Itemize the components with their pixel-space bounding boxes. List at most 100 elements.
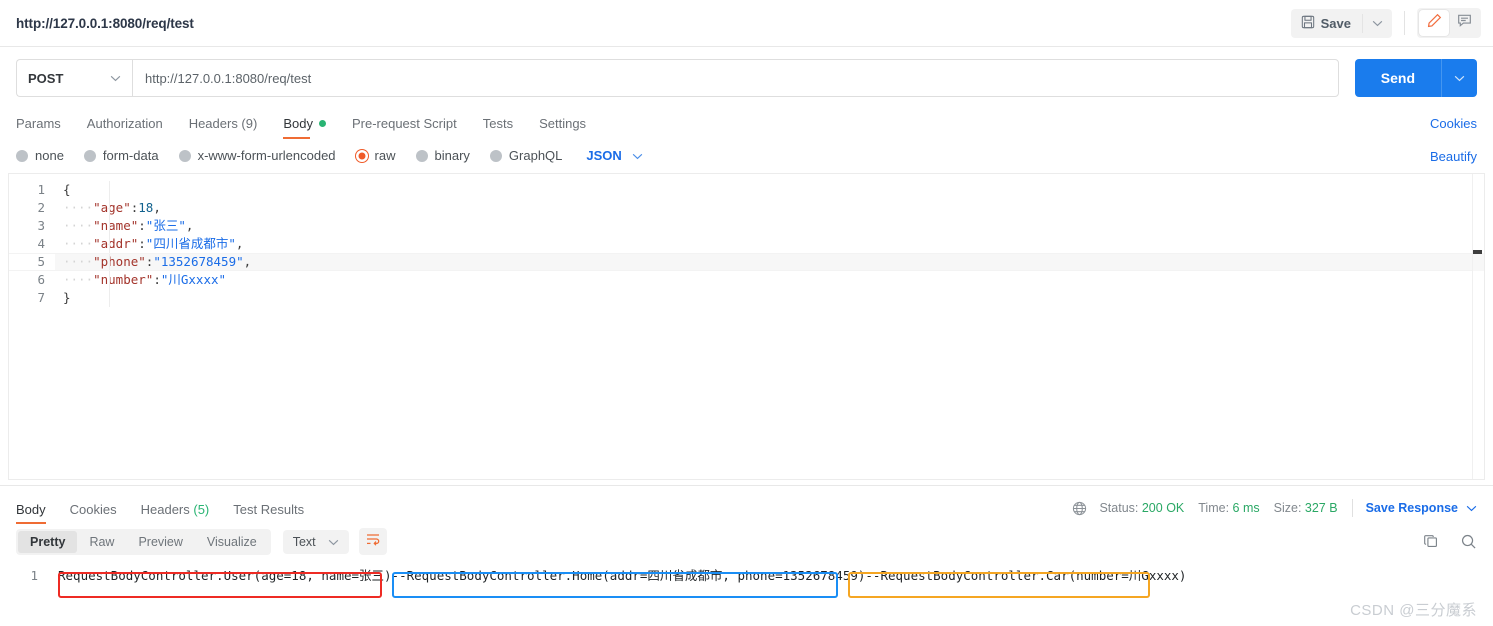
response-divider	[0, 485, 1493, 486]
json-value: 18	[138, 200, 154, 215]
body-type-raw[interactable]: raw	[355, 148, 396, 163]
request-tab-title[interactable]: http://127.0.0.1:8080/req/test	[16, 16, 194, 31]
radio-icon	[178, 149, 191, 162]
line-number: 4	[37, 236, 45, 251]
http-method-select[interactable]: POST	[16, 59, 132, 97]
meta-divider	[1351, 499, 1353, 517]
indent-marker: ····	[63, 218, 94, 233]
send-button-group: Send	[1354, 59, 1477, 97]
response-line-number: 1	[30, 568, 38, 583]
response-toolbar-actions	[1423, 533, 1477, 555]
view-raw[interactable]: Raw	[77, 531, 126, 553]
line-number: 3	[37, 218, 45, 233]
send-button[interactable]: Send	[1355, 59, 1441, 97]
wrap-text-icon	[365, 531, 381, 552]
time-meta: Time: 6 ms	[1198, 501, 1259, 515]
editor-scrollbar[interactable]	[1472, 174, 1483, 479]
code-line: }	[55, 289, 1484, 307]
response-tab-headers[interactable]: Headers (5)	[141, 502, 210, 524]
body-type-urlencoded[interactable]: x-www-form-urlencoded	[178, 148, 336, 163]
body-type-binary-label: binary	[434, 148, 470, 163]
tab-tests[interactable]: Tests	[483, 116, 513, 139]
floppy-disk-icon	[1301, 15, 1315, 32]
response-tab-test-results[interactable]: Test Results	[233, 502, 304, 524]
window-topbar: http://127.0.0.1:8080/req/test Save	[0, 0, 1493, 47]
response-tabs: Body Cookies Headers (5) Test Results St…	[0, 490, 1493, 524]
save-dropdown-button[interactable]	[1362, 13, 1392, 33]
editor-scrollbar-thumb[interactable]	[1473, 250, 1482, 254]
body-type-none[interactable]: none	[16, 148, 64, 163]
response-view-segments: Pretty Raw Preview Visualize	[16, 528, 271, 555]
body-type-form-data[interactable]: form-data	[83, 148, 159, 163]
radio-icon	[489, 149, 502, 162]
topbar-divider	[1404, 11, 1405, 35]
request-body-editor[interactable]: 1 2 3 4 5 6 7 { ····"age":18, ····"name"…	[8, 173, 1485, 480]
tab-params-label: Params	[16, 116, 61, 131]
search-icon[interactable]	[1460, 533, 1477, 555]
pencil-icon	[1427, 13, 1442, 33]
save-button-label: Save	[1320, 15, 1351, 31]
indent-marker: ····	[63, 200, 94, 215]
editor-line-numbers: 1 2 3 4 5 6 7	[9, 181, 55, 307]
postman-window: http://127.0.0.1:8080/req/test Save POST…	[0, 0, 1493, 626]
tab-headers[interactable]: Headers (9)	[189, 116, 258, 139]
body-type-none-label: none	[35, 148, 64, 163]
code-brace-close: }	[63, 290, 71, 305]
tab-settings[interactable]: Settings	[539, 116, 586, 139]
comma: ,	[235, 236, 244, 251]
body-type-binary[interactable]: binary	[415, 148, 470, 163]
tab-body[interactable]: Body	[283, 116, 326, 139]
tab-params[interactable]: Params	[16, 116, 61, 139]
response-tab-cookies[interactable]: Cookies	[70, 502, 117, 524]
code-line: ····"number":"川Gxxxx"	[55, 271, 1484, 289]
send-dropdown-button[interactable]	[1441, 59, 1477, 97]
cookies-link[interactable]: Cookies	[1430, 116, 1477, 131]
view-preview[interactable]: Preview	[126, 531, 194, 553]
url-bar: POST Send	[0, 47, 1493, 107]
chevron-down-icon	[1466, 501, 1477, 515]
editor-code-area[interactable]: { ····"age":18, ····"name":"张三", ····"ad…	[55, 181, 1484, 307]
save-button[interactable]: Save	[1291, 9, 1362, 38]
body-type-urlencoded-label: x-www-form-urlencoded	[197, 148, 336, 163]
radio-icon	[83, 149, 96, 162]
json-value: "川Gxxxx"	[160, 272, 227, 287]
chevron-down-icon	[632, 148, 643, 163]
beautify-link[interactable]: Beautify	[1430, 149, 1477, 164]
body-modified-dot-icon	[318, 120, 326, 127]
body-type-graphql[interactable]: GraphQL	[489, 148, 562, 163]
pencil-icon-button[interactable]	[1419, 10, 1449, 36]
size-value: 327 B	[1304, 501, 1338, 515]
tab-settings-label: Settings	[539, 116, 587, 131]
comment-icon-button[interactable]	[1449, 10, 1479, 36]
chevron-down-icon	[328, 535, 339, 549]
url-input[interactable]	[132, 59, 1339, 97]
line-number: 6	[37, 272, 45, 287]
radio-selected-icon	[355, 149, 368, 162]
code-brace-open: {	[63, 182, 71, 197]
view-visualize[interactable]: Visualize	[195, 531, 269, 553]
tab-tests-label: Tests	[482, 116, 514, 131]
json-value: "张三"	[145, 218, 186, 233]
editor-gutter-rule	[109, 181, 110, 307]
topbar-actions: Save	[1290, 8, 1481, 38]
chevron-down-icon	[110, 69, 121, 87]
json-value: "四川省成都市"	[145, 236, 236, 251]
response-format-select[interactable]: Text	[282, 529, 349, 554]
save-response-button[interactable]: Save Response	[1366, 501, 1477, 515]
tab-pre-request-script[interactable]: Pre-request Script	[352, 116, 457, 139]
body-format-select[interactable]: JSON	[586, 148, 643, 163]
comma: ,	[153, 200, 161, 215]
json-key: "number"	[93, 272, 154, 287]
response-view-toolbar: Pretty Raw Preview Visualize Text	[0, 524, 1493, 560]
copy-icon[interactable]	[1423, 533, 1440, 555]
body-type-raw-label: raw	[374, 148, 396, 163]
wrap-text-button[interactable]	[358, 528, 387, 555]
view-pretty[interactable]: Pretty	[18, 530, 78, 553]
tab-authorization-label: Authorization	[86, 116, 163, 131]
response-body-text: RequestBodyController.User(age=18, name=…	[58, 568, 1187, 583]
indent-marker: ····	[63, 236, 94, 251]
watermark: CSDN @三分魔系	[1350, 602, 1477, 619]
response-tab-body-label: Body	[16, 502, 46, 517]
response-tab-body[interactable]: Body	[16, 502, 46, 524]
tab-authorization[interactable]: Authorization	[87, 116, 163, 139]
